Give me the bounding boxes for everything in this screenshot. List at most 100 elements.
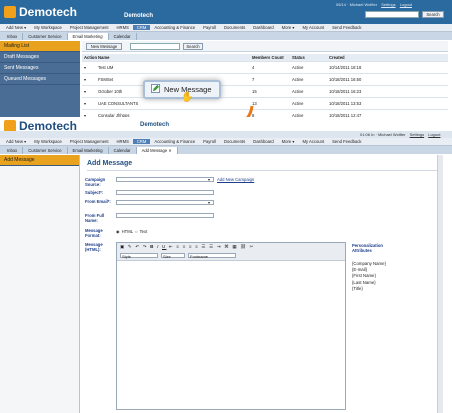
table-row[interactable]: ▾ FSMSet 7 Active 10/18/2011 16:50 [82,74,448,86]
radio-text-label: Text [139,229,148,234]
top-user-info: 05/14 · Michael Wolfter Settings Logout [336,2,412,7]
from-email-select[interactable] [116,200,214,205]
campaign-select[interactable] [116,177,214,182]
nav-item[interactable]: More ▾ [278,25,299,30]
top-search-button[interactable]: Search [422,11,444,18]
top-sidebar: Mailing List Draft Messages Sent Messages Q… [0,41,80,117]
nav-item[interactable]: My Workspace [30,25,66,30]
table-row[interactable]: ▾ October 10th 15 Active 10/18/2011 16:23 [82,86,448,98]
nav-item[interactable]: Email Marketing [67,32,109,40]
size-select[interactable]: Size [161,253,185,259]
top-toolbar: New Message Search [82,41,448,52]
nav-item[interactable]: Dashboard [249,139,278,144]
table-cell: 10/18/2011 16:23 [329,89,362,94]
sidebar-item[interactable]: Sent Messages [0,63,80,74]
nav-item[interactable]: Send Feedback [328,139,365,144]
page-scrollbar[interactable] [437,155,443,413]
title-divider [87,170,439,171]
nav-item[interactable]: Documents [220,25,249,30]
nav-item[interactable]: Payroll [199,25,220,30]
nav-item[interactable]: CRM [132,25,151,30]
nav-item[interactable]: Dashboard [249,25,278,30]
new-message-button[interactable]: New Message [86,43,122,50]
table-cell: 15 [252,89,257,94]
personalization-attribute[interactable]: {Title} [352,286,386,292]
logout-link[interactable]: Logout [428,132,440,137]
nav-item[interactable]: Accounting & Finance [150,139,199,144]
nav-item[interactable]: Documents [220,139,249,144]
editor-toolbar: ▣ ✎ ↶ ↷ B I U ⇤ ≡ ≡ ≡ ≡ ☰ ☰ ⇥ ⌘ ▦ ⛓ ✂ St… [117,243,345,261]
personalization-title: Personalization Attributes [352,243,383,253]
nav-item[interactable]: Add Message ✕ [136,146,178,154]
top-search-input[interactable] [365,11,419,18]
subject-field[interactable] [116,190,214,195]
nav-item[interactable]: CRM [132,139,151,144]
nav-item[interactable]: Payroll [199,139,220,144]
nav-item[interactable]: Email Marketing [68,146,109,154]
user-name: 05/14 · Michael Wolfter [336,2,378,7]
bottom-main-nav: Add New ▾ My Workspace Project Management H… [0,138,452,146]
radio-text[interactable]: ○ [135,229,138,234]
nav-item[interactable]: Calendar [109,32,137,40]
from-name-field[interactable] [116,213,214,218]
logout-link[interactable]: Logout [400,2,412,7]
table-cell: 4 [252,65,255,70]
nav-item[interactable]: Add New ▾ [2,139,30,144]
table-header: Action Name Members Count Status Created [82,54,448,62]
nav-item[interactable]: Inbox [2,146,24,154]
top-sub-nav: Inbox Customer Service Email Marketing Cale… [0,32,452,40]
nav-item[interactable]: Customer Service [23,146,68,154]
table-row[interactable]: ▾ Test UM 4 Active 10/14/2011 18:18 [82,62,448,74]
radio-html[interactable]: ◉ [116,229,120,234]
nav-item[interactable]: Project Management [66,139,113,144]
nav-item[interactable]: Add New ▾ [2,25,30,30]
list-search-button[interactable]: Search [183,43,203,50]
row-action-dropdown[interactable]: ▾ [82,65,98,70]
nav-item[interactable]: My Account [298,139,328,144]
nav-item[interactable]: HRMS [113,25,133,30]
table-row[interactable]: ▾ UAE CONSULTANTS 13 Active 10/18/2011 13:53 [82,98,448,110]
nav-item[interactable]: My Workspace [30,139,66,144]
nav-item[interactable]: HRMS [113,139,133,144]
logo-text: Demotech [19,5,78,19]
bottom-app-title: Demotech [140,122,170,128]
bottom-sidebar: Add Message [0,155,80,413]
font-select[interactable]: Fontname [188,253,236,259]
bottom-sub-nav: Inbox Customer Service Email Marketing Cale… [0,146,452,154]
nav-item[interactable]: Customer Service [23,32,68,40]
list-search-input[interactable] [130,43,180,50]
column-header: Status [292,55,305,60]
sidebar-item[interactable]: Queued Messages [0,74,80,85]
settings-link[interactable]: Settings [381,2,395,7]
nav-item[interactable]: Calendar [109,146,137,154]
html-editor[interactable]: ▣ ✎ ↶ ↷ B I U ⇤ ≡ ≡ ≡ ≡ ☰ ☰ ⇥ ⌘ ▦ ⛓ ✂ St… [116,242,346,410]
row-action-dropdown[interactable]: ▾ [82,101,98,106]
style-select-value: Style [122,254,131,259]
nav-item[interactable]: Accounting & Finance [150,25,199,30]
table-cell: 10/18/2011 16:50 [329,77,362,82]
editor-toolbar-icons[interactable]: ▣ ✎ ↶ ↷ B I U ⇤ ≡ ≡ ≡ ≡ ☰ ☰ ⇥ ⌘ ▦ ⛓ ✂ [120,244,255,250]
column-header: Action [84,55,98,60]
table-cell: Active [292,101,304,106]
sidebar-item[interactable]: Draft Messages [0,52,80,63]
style-select[interactable]: Style [120,253,158,259]
add-campaign-link[interactable]: Add New Campaign [217,177,254,182]
nav-item[interactable]: Inbox [2,32,24,40]
nav-item[interactable]: Project Management [66,25,113,30]
column-header: Created [329,55,345,60]
nav-item[interactable]: Send Feedback [328,25,365,30]
mailing-list-table: Action Name Members Count Status Created ▾ Tes… [82,54,448,122]
sidebar-item-add-message[interactable]: Add Message [0,155,79,166]
nav-item[interactable]: My Account [298,25,328,30]
settings-link[interactable]: Settings [410,132,424,137]
nav-item[interactable]: More ▾ [278,139,299,144]
row-action-dropdown[interactable]: ▾ [82,89,98,94]
subject-label: Subject*: [85,190,104,195]
radio-html-label: HTML [121,229,134,234]
sidebar-item[interactable]: Mailing List [0,41,80,52]
table-cell: Active [292,77,304,82]
top-app-title: Demotech [124,13,154,19]
format-radios: ◉ HTML ○ Text [116,229,147,234]
row-action-dropdown[interactable]: ▾ [82,77,98,82]
cursor-hand-icon: ✋ [181,92,194,103]
